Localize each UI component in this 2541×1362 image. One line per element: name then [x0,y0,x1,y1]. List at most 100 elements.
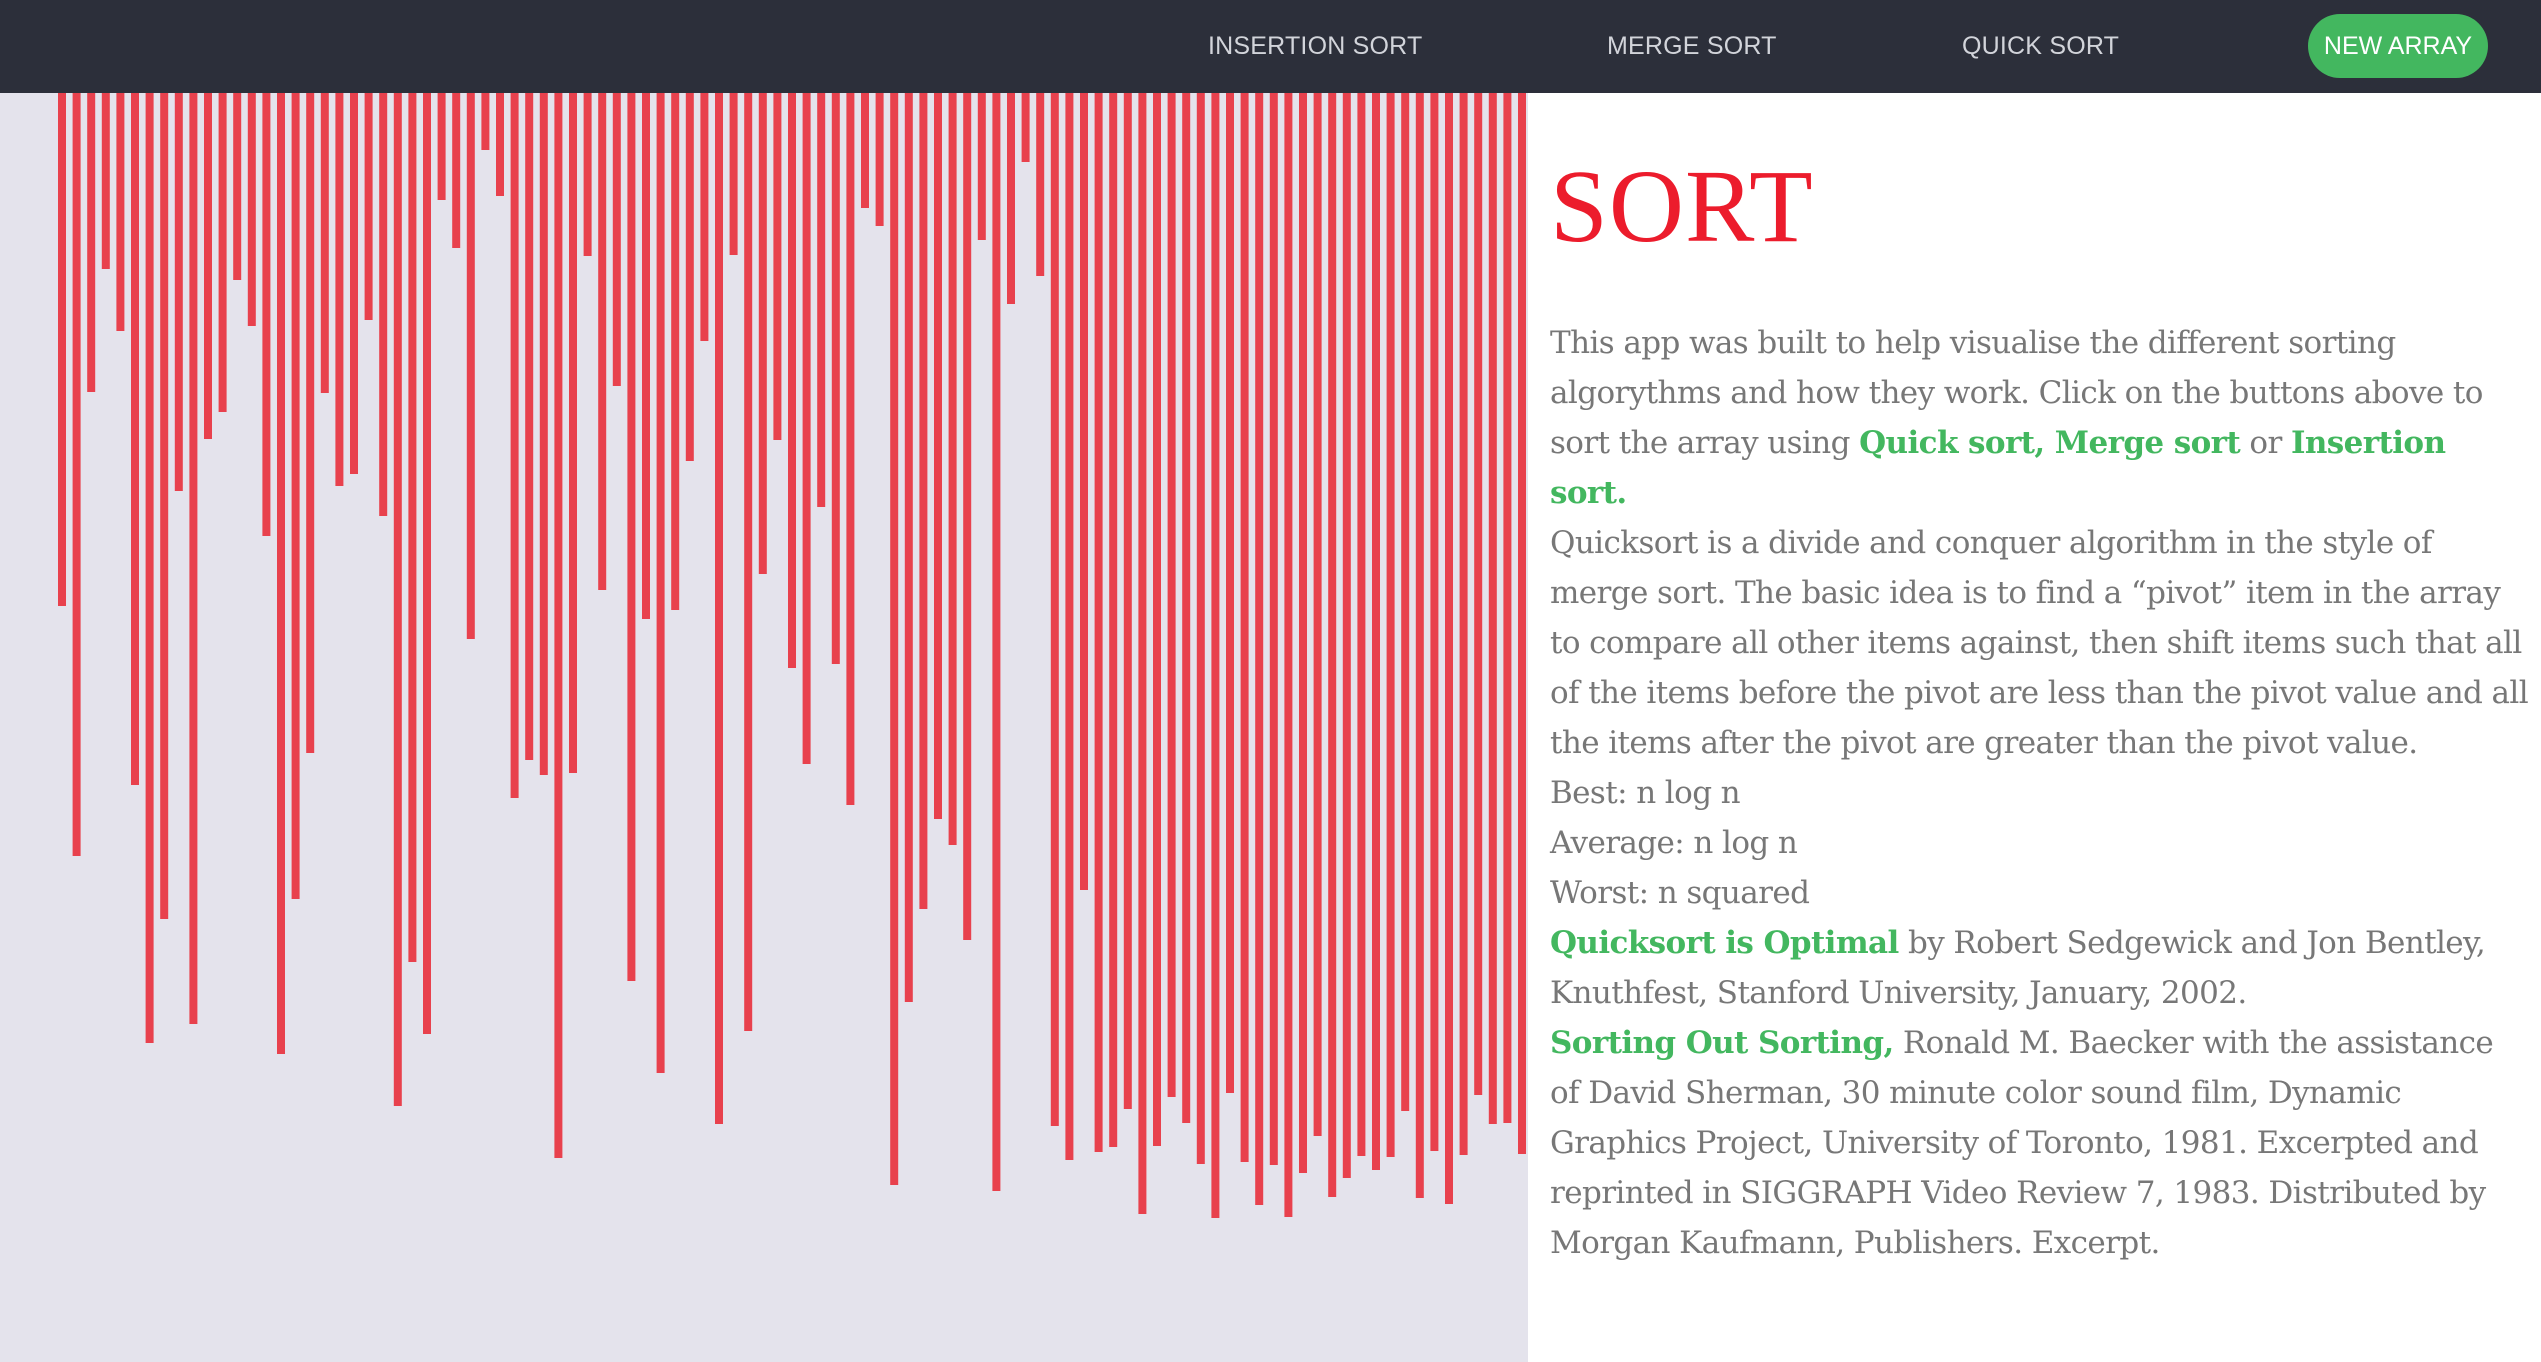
array-bar [919,93,928,909]
array-bar [904,93,913,1002]
array-bar [364,93,373,320]
array-bar [1328,93,1337,1197]
array-bar [569,93,577,773]
array-bar [934,93,942,819]
reference-1: Quicksort is Optimal by Robert Sedgewick… [1550,918,2530,1018]
array-bar [1255,93,1264,1205]
array-bar [408,93,417,962]
array-bar [802,93,811,764]
array-bar [554,93,563,1158]
array-bar [1430,93,1439,1151]
array-bar [1240,93,1249,1162]
array-bar [963,93,972,940]
quicksort-optimal-link[interactable]: Quicksort is Optimal [1550,925,1899,961]
array-bar [335,93,344,486]
array-bar [1182,93,1191,1123]
array-bar [1196,93,1205,1164]
page-title: SORT [1550,149,1814,264]
array-bar [1474,93,1483,1095]
array-bars [58,93,1526,1218]
or-text: or [2240,425,2291,461]
intro-paragraph: This app was built to help visualise the… [1550,318,2530,518]
quicksort-description: Quicksort is a divide and conquer algori… [1550,525,2529,761]
array-bar [145,93,154,1043]
array-bar [627,93,636,981]
array-bar [1153,93,1161,1146]
array-bar [72,93,81,856]
reference-2: Sorting Out Sorting, Ronald M. Baecker w… [1550,1018,2530,1268]
array-bar [1459,93,1468,1155]
array-bar [977,93,986,240]
array-bar [1401,93,1410,1111]
array-bar [773,93,782,440]
array-bar [423,93,431,1034]
array-bar [861,93,869,208]
array-bar [1299,93,1307,1173]
array-bar [1313,93,1322,1136]
array-bar [1021,93,1030,162]
array-bar [992,93,1001,1191]
array-bar [671,93,680,610]
array-bar [744,93,753,1031]
array-bar [583,93,592,256]
array-bar [948,93,957,845]
array-bar [846,93,855,805]
array-bar [1080,93,1088,890]
array-bar [1065,93,1074,1160]
array-bar [233,93,242,280]
array-bar [481,93,490,150]
array-bar [1094,93,1103,1152]
array-bar [1211,93,1220,1218]
array-bar [1007,93,1015,304]
top-navbar: INSERTION SORT MERGE SORT QUICK SORT NEW… [0,0,2541,93]
array-bar [131,93,139,785]
array-bar [715,93,723,1124]
array-bar [101,93,110,269]
array-bar [452,93,461,248]
array-bar [1138,93,1147,1214]
array-bar [1445,93,1453,1204]
array-bar [1167,93,1176,1097]
insertion-sort-button[interactable]: INSERTION SORT [1208,0,1422,93]
array-bar [496,93,504,196]
array-bar [1518,93,1526,1154]
array-bar [116,93,125,331]
quick-merge-sort-link[interactable]: Quick sort, Merge sort [1859,425,2241,461]
array-bar [758,93,767,574]
array-bar [685,93,694,461]
array-bar [393,93,402,1106]
array-bar [729,93,738,255]
sorting-out-sorting-link[interactable]: Sorting Out Sorting, [1550,1025,1894,1061]
array-bar [1050,93,1059,1126]
array-bar [539,93,548,775]
array-bar [320,93,329,393]
array-bar [262,93,271,536]
array-bar [1036,93,1045,276]
array-bar [1488,93,1497,1124]
array-bar [1269,93,1278,1165]
array-bar [218,93,227,412]
array-bar [788,93,796,668]
array-bar [466,93,475,639]
new-array-button[interactable]: NEW ARRAY [2308,14,2488,78]
array-bar [437,93,446,200]
array-bar [1372,93,1380,1170]
array-bar [700,93,709,341]
array-bar [1123,93,1132,1109]
array-bar [87,93,96,392]
quick-sort-button[interactable]: QUICK SORT [1962,0,2119,93]
array-bar [379,93,388,516]
array-bar [598,93,607,590]
array-bar [1503,93,1512,1123]
array-bar [1357,93,1366,1156]
array-bar [1226,93,1234,1093]
array-bar [174,93,183,491]
array-bar [831,93,840,664]
worst-complexity: Worst: n squared [1550,875,1810,911]
array-bar [160,93,169,919]
info-panel: SORT This app was built to help visualis… [1550,93,2530,1362]
array-bar [277,93,285,1054]
array-visualizer [0,93,1528,1362]
merge-sort-button[interactable]: MERGE SORT [1607,0,1777,93]
array-bar [247,93,256,326]
